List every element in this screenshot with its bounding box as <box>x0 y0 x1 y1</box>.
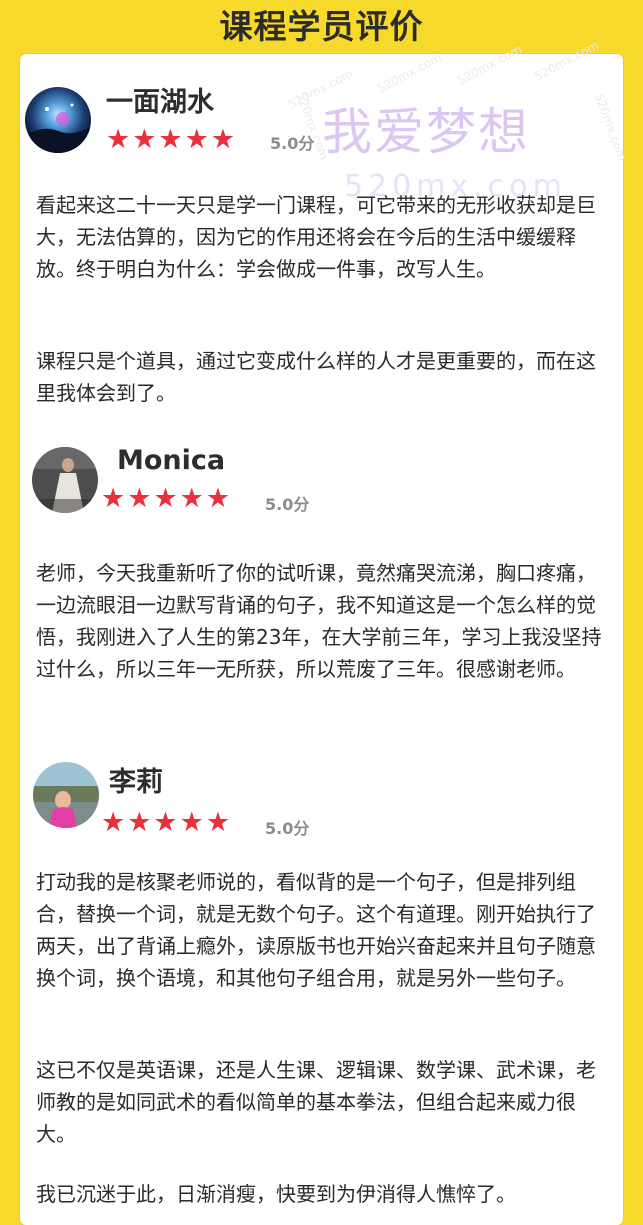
avatar-photo-image <box>33 762 99 828</box>
reviewer-name: 李莉 <box>109 767 163 798</box>
rating-score: 5.0分 <box>265 495 310 514</box>
avatar <box>25 87 91 153</box>
star-rating: ★★★★★ <box>101 807 233 838</box>
review-text: 我已沉迷于此，日渐消瘦，快要到为伊消得人憔悴了。 <box>36 1182 516 1206</box>
avatar <box>32 447 98 513</box>
review-text: 看起来这二十一天只是学一门课程，可它带来的无形收获却是巨大，无法估算的，因为它的… <box>36 193 596 281</box>
avatar <box>33 762 99 828</box>
rating-score: 5.0分 <box>265 819 310 838</box>
reviewer-name: 一面湖水 <box>106 87 214 118</box>
page-title: 课程学员评价 <box>219 7 424 46</box>
avatar-portrait-image <box>32 447 98 513</box>
review-text: 这已不仅是英语课，还是人生课、逻辑课、数学课、武术课，老师教的是如同武术的看似简… <box>36 1058 596 1146</box>
rating-score: 5.0分 <box>270 134 315 153</box>
reviewer-name: Monica <box>117 445 226 476</box>
star-rating: ★★★★★ <box>106 124 238 155</box>
review-text: 老师，今天我重新听了你的试听课，竟然痛哭流涕，胸口疼痛，一边流眼泪一边默写背诵的… <box>36 561 602 681</box>
review-text: 打动我的是核聚老师说的，看似背的是一个句子，但是排列组合，替换一个词，就是无数个… <box>36 870 596 990</box>
star-rating: ★★★★★ <box>101 483 233 514</box>
avatar-night-sky-image <box>25 87 91 153</box>
review-text: 课程只是个道具，通过它变成什么样的人才是更重要的，而在这里我体会到了。 <box>36 349 596 405</box>
